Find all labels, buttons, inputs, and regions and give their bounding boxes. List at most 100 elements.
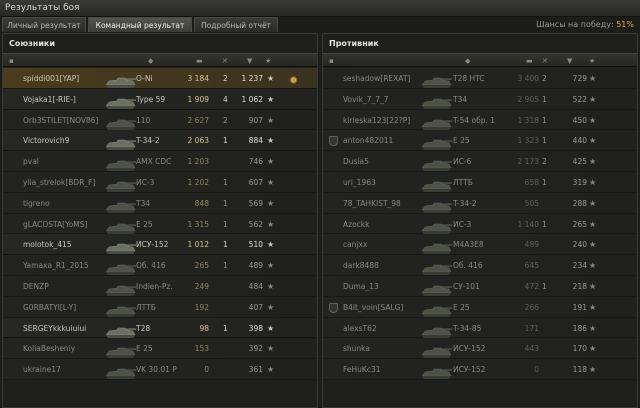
star-icon: ★ xyxy=(267,219,275,229)
player-row[interactable]: Yamaxa_R1_2015 Об. 416 265 1 489 ★ xyxy=(3,255,317,276)
player-row[interactable]: shunka ИСУ-152 443 170 ★ xyxy=(323,338,637,360)
player-row[interactable]: dark8488 Об. 416 645 234 ★ xyxy=(323,255,637,276)
damage-value: 171 xyxy=(524,323,539,333)
kills-value: 1 xyxy=(223,219,228,229)
player-row[interactable]: FeHuKc31 ИСУ-152 0 118 ★ xyxy=(323,359,637,380)
xp-icon[interactable]: ▼ xyxy=(247,57,252,65)
player-row[interactable]: pval AMX CDC 1 203 746 ★ xyxy=(3,151,317,172)
player-row[interactable]: Azockk ИС-3 1 140 1 265 ★ xyxy=(323,213,637,236)
player-row[interactable]: Vovik_7_7_7 T34 2 905 1 522 ★ xyxy=(323,88,637,111)
player-row[interactable]: kirieska123[22?P] T-54 обр. 11 318 1 450 ★ xyxy=(323,109,637,131)
vehicle-type-icon[interactable]: ◆ xyxy=(465,57,470,65)
kills-icon[interactable]: ✕ xyxy=(542,57,548,65)
tank-icon xyxy=(419,199,453,215)
tank-icon xyxy=(419,136,453,152)
star-icon: ★ xyxy=(589,94,597,104)
player-name: tigreno xyxy=(23,198,50,208)
player-name: molotok_415 xyxy=(23,240,72,250)
player-name: gLACOSTA[YoMS] xyxy=(23,219,88,229)
player-row[interactable]: SERGEYkkkuiuiui T28 98 1 398 ★ xyxy=(3,317,317,340)
player-row[interactable]: DENZP Indien-Pz. 249 484 ★ xyxy=(3,275,317,297)
star-icon: ★ xyxy=(589,302,597,312)
star-icon: ★ xyxy=(267,261,275,271)
badge-icon[interactable]: ✹ xyxy=(289,74,298,87)
player-row[interactable]: ukraine17 VK 30.01 P 0 361 ★ xyxy=(3,359,317,380)
tab-team[interactable]: Командный результат xyxy=(88,17,192,32)
tank-icon xyxy=(419,240,453,256)
player-name: ukraine17 xyxy=(23,365,61,375)
vehicle-name: Type 59 xyxy=(136,94,166,104)
xp-value: 234 xyxy=(572,261,587,271)
kills-value: 2 xyxy=(223,74,228,83)
tank-icon xyxy=(103,220,137,236)
vehicle-name: E 25 xyxy=(136,219,153,229)
vehicle-name: ИС-6 xyxy=(453,157,472,167)
damage-value: 1 909 xyxy=(187,94,209,104)
damage-value: 0 xyxy=(204,365,209,375)
star-icon: ★ xyxy=(267,115,275,125)
tank-icon xyxy=(419,74,453,90)
xp-value: 240 xyxy=(572,240,587,250)
player-row[interactable]: 78_TAHKIST_98 T-34-2 505 288 ★ xyxy=(323,192,637,215)
squad-icon[interactable]: ▪ xyxy=(9,57,14,65)
vehicle-name: T-34-2 xyxy=(136,136,160,146)
player-row[interactable]: canjxx M4A3E8 489 240 ★ xyxy=(323,234,637,256)
vehicle-name: AMX CDC xyxy=(136,157,172,167)
player-row[interactable]: alexsT62 T-34-85 171 186 ★ xyxy=(323,317,637,340)
player-row[interactable]: seshadow[REXAT] T28 HTC 3 400 2 729 ★ xyxy=(323,68,637,89)
tank-icon xyxy=(419,324,453,340)
tank-icon xyxy=(419,95,453,111)
enemies-panel: Противник ▪ ◆ ▬ ✕ ▼ ★ seshadow[REXAT] T28… xyxy=(322,33,638,408)
kills-value: 2 xyxy=(223,115,228,125)
star-icon[interactable]: ★ xyxy=(589,57,595,65)
star-icon: ★ xyxy=(589,157,597,167)
vehicle-name: Indien-Pz. xyxy=(136,281,173,291)
xp-value: 1 237 xyxy=(241,74,263,83)
squad-icon[interactable]: ▪ xyxy=(329,57,334,65)
tank-icon xyxy=(419,282,453,298)
player-row[interactable]: anton482011 E 25 1 323 1 440 ★ xyxy=(323,130,637,152)
kills-value: 1 xyxy=(223,323,228,333)
damage-value: 2 173 xyxy=(517,157,539,167)
damage-value: 645 xyxy=(524,261,539,271)
vehicle-name: O-Ni xyxy=(136,74,153,83)
player-row[interactable]: ylia_strelok[BDR_F] ИС-3 1 202 1 607 ★ xyxy=(3,171,317,193)
vehicle-name: T34 xyxy=(136,198,151,208)
tab-personal[interactable]: Личный результат xyxy=(2,17,86,32)
player-row[interactable]: Dusia5 ИС-6 2 173 2 425 ★ xyxy=(323,151,637,172)
vehicle-name: ИС-3 xyxy=(453,219,472,229)
player-row[interactable]: Duma_13 СУ-101 472 1 218 ★ xyxy=(323,275,637,298)
player-row[interactable]: tigreno T34 848 1 569 ★ xyxy=(3,192,317,214)
kills-value: 1 xyxy=(223,240,228,250)
kills-icon[interactable]: ✕ xyxy=(222,57,228,65)
star-icon[interactable]: ★ xyxy=(265,57,271,65)
player-row[interactable]: gLACOSTA[YoMS] E 25 1 315 1 562 ★ xyxy=(3,213,317,236)
player-row[interactable]: B4it_voin[SALG] E 25 266 191 ★ xyxy=(323,296,637,318)
player-row[interactable]: KoliaBesheniy E 25 153 392 ★ xyxy=(3,338,317,360)
tank-icon xyxy=(103,324,137,340)
kills-value: 1 xyxy=(542,115,547,125)
player-row[interactable]: Vojaka1[-RIE-] Type 59 1 909 4 1 062 ★ xyxy=(3,88,317,110)
vehicle-name: M4A3E8 xyxy=(453,240,484,250)
player-row[interactable]: molotok_415 ИСУ-152 1 012 1 510 ★ xyxy=(3,234,317,256)
player-row[interactable]: G0RBATYI[L-Y] ЛТТБ 192 407 ★ xyxy=(3,296,317,318)
player-row[interactable]: spiddi001[YAP] O-Ni 3 184 2 1 237 ★ ✹ xyxy=(3,68,317,89)
player-row[interactable]: uri_1963 ЛТТБ 658 1 319 ★ xyxy=(323,171,637,193)
vehicle-name: ИСУ-152 xyxy=(453,365,486,375)
damage-value: 505 xyxy=(524,198,539,208)
player-row[interactable]: Victorovich9 T-34-2 2 063 1 884 ★ xyxy=(3,130,317,152)
vehicle-type-icon[interactable]: ◆ xyxy=(148,57,153,65)
damage-icon[interactable]: ▬ xyxy=(196,57,203,65)
vehicle-name: T-34-2 xyxy=(453,198,477,208)
player-row[interactable]: Orb3STILET[NOV86] 110 2 627 2 907 ★ xyxy=(3,109,317,131)
star-icon: ★ xyxy=(267,74,275,83)
star-icon: ★ xyxy=(267,302,275,312)
kills-value: 1 xyxy=(223,261,228,271)
star-icon: ★ xyxy=(267,198,275,208)
damage-icon[interactable]: ▬ xyxy=(526,57,533,65)
tab-detailed[interactable]: Подробный отчёт xyxy=(194,17,278,32)
xp-value: 450 xyxy=(572,115,587,125)
xp-icon[interactable]: ▼ xyxy=(567,57,572,65)
tank-icon xyxy=(419,220,453,236)
xp-value: 398 xyxy=(248,323,263,333)
